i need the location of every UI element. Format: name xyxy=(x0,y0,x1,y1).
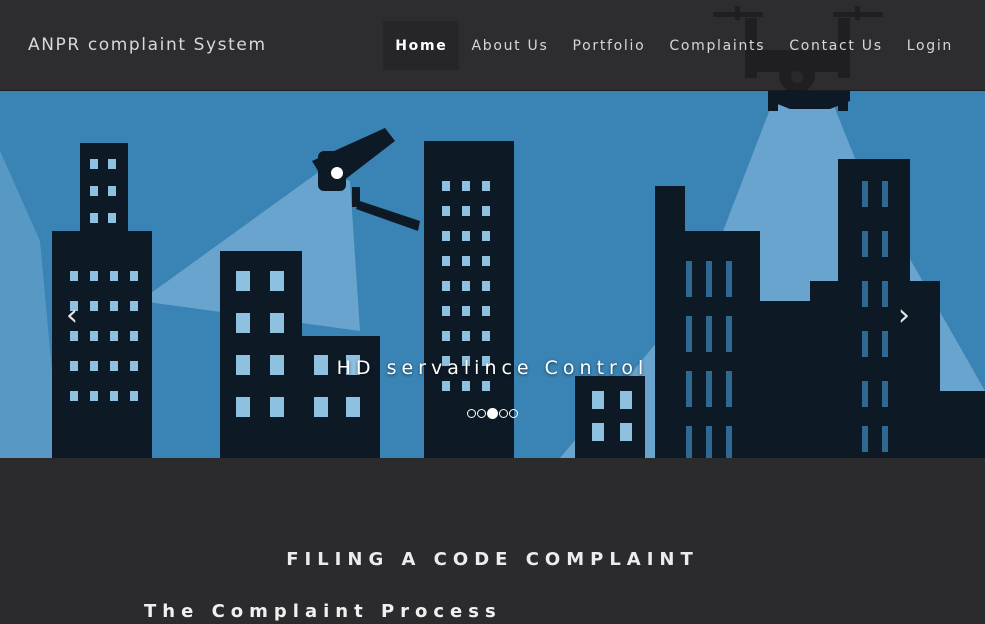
surveillance-city-illustration xyxy=(0,91,985,458)
nav-contact-us[interactable]: Contact Us xyxy=(777,21,894,70)
navbar: ANPR complaint System Home About Us Port… xyxy=(0,0,985,91)
carousel-indicator[interactable] xyxy=(477,409,486,418)
nav-complaints[interactable]: Complaints xyxy=(657,21,777,70)
chevron-right-icon[interactable]: › xyxy=(898,301,910,331)
carousel-indicators xyxy=(467,408,518,419)
carousel-caption: HD servalince Control xyxy=(336,357,649,379)
carousel-indicator-active[interactable] xyxy=(487,408,498,419)
carousel-indicator[interactable] xyxy=(509,409,518,418)
section-subtitle: The Complaint Process xyxy=(144,601,502,622)
brand-title[interactable]: ANPR complaint System xyxy=(28,35,267,55)
main-nav: Home About Us Portfolio Complaints Conta… xyxy=(383,21,965,70)
nav-login[interactable]: Login xyxy=(895,21,965,70)
nav-home[interactable]: Home xyxy=(383,21,460,70)
hero-carousel: ‹ › HD servalince Control xyxy=(0,91,985,458)
carousel-indicator[interactable] xyxy=(467,409,476,418)
nav-about-us[interactable]: About Us xyxy=(459,21,560,70)
section-title: FILING A CODE COMPLAINT xyxy=(286,549,699,570)
nav-portfolio[interactable]: Portfolio xyxy=(560,21,657,70)
chevron-left-icon[interactable]: ‹ xyxy=(66,301,78,331)
carousel-indicator[interactable] xyxy=(499,409,508,418)
complaint-section: FILING A CODE COMPLAINT The Complaint Pr… xyxy=(0,458,985,624)
